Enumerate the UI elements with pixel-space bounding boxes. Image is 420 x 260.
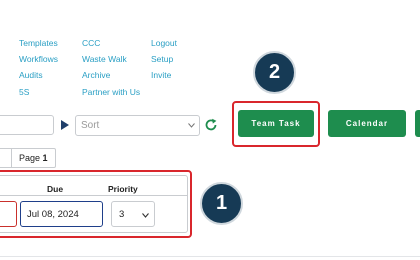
page-number: 1 — [42, 153, 48, 163]
bottom-divider — [0, 256, 420, 257]
page-prefix: Page — [19, 153, 41, 163]
nav-link-templates[interactable]: Templates — [19, 38, 58, 48]
refresh-icon[interactable] — [204, 118, 218, 132]
nav-link-invite[interactable]: Invite — [151, 70, 171, 80]
sort-select[interactable]: Sort — [75, 115, 200, 136]
pagination-divider — [11, 149, 12, 167]
nav-link-5s[interactable]: 5S — [19, 87, 29, 97]
nav-link-partner[interactable]: Partner with Us — [82, 87, 140, 97]
calendar-button[interactable]: Calendar — [328, 110, 406, 137]
annotation-marker-1: 1 — [200, 182, 243, 225]
annotation-marker-2: 2 — [253, 51, 296, 94]
nav-link-workflows[interactable]: Workflows — [19, 54, 58, 64]
filter-input[interactable] — [0, 115, 54, 135]
sort-select-label: Sort — [81, 120, 100, 131]
nav-link-waste-walk[interactable]: Waste Walk — [82, 54, 127, 64]
nav-link-ccc[interactable]: CCC — [82, 38, 100, 48]
nav-link-logout[interactable]: Logout — [151, 38, 177, 48]
page-indicator: Page 1 — [19, 153, 48, 163]
nav-link-setup[interactable]: Setup — [151, 54, 173, 64]
team-task-button[interactable]: Team Task — [238, 110, 314, 137]
nav-link-archive[interactable]: Archive — [82, 70, 110, 80]
table-highlight — [0, 170, 192, 238]
nav-link-audits[interactable]: Audits — [19, 70, 43, 80]
chevron-down-icon — [188, 123, 195, 128]
play-icon[interactable] — [61, 120, 69, 130]
next-toolbar-button[interactable] — [415, 110, 420, 137]
pagination[interactable]: Page 1 — [0, 148, 56, 168]
